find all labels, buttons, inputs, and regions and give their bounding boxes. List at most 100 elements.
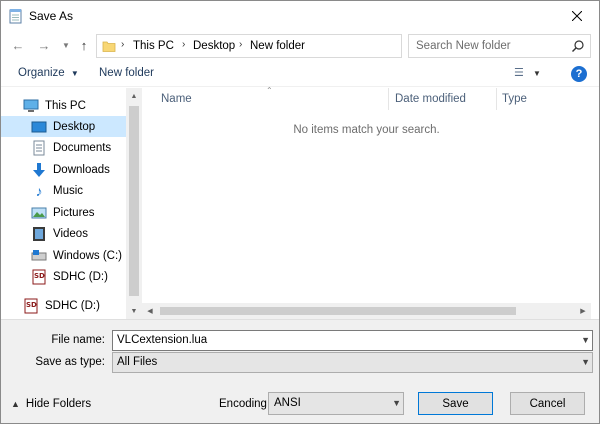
chevron-down-icon[interactable]: ▼ xyxy=(581,335,590,345)
folder-icon xyxy=(102,39,116,53)
forward-button[interactable]: → xyxy=(35,36,53,54)
up-button[interactable]: ↑ xyxy=(75,36,93,54)
breadcrumb-separator-icon: › xyxy=(239,39,242,50)
sidebar-item-label: SDHC (D:) xyxy=(45,300,100,312)
title-bar: Save As xyxy=(1,1,599,31)
desktop-icon xyxy=(31,119,47,135)
search-icon xyxy=(571,39,585,53)
column-header-type[interactable]: Type xyxy=(502,88,527,110)
scroll-down-icon[interactable]: ▼ xyxy=(126,303,142,319)
notepad-icon xyxy=(9,8,23,24)
sort-ascending-icon: ⌃ xyxy=(266,86,273,95)
command-bar: Organize ▼ New folder ☰ ▼ ? xyxy=(1,61,599,87)
hide-folders-label: Hide Folders xyxy=(26,398,91,410)
file-list-horizontal-scrollbar[interactable]: ◀ ▶ xyxy=(142,303,591,319)
scrollbar-thumb[interactable] xyxy=(160,307,516,315)
sidebar-item-label: Videos xyxy=(53,228,88,240)
sidebar-item-label: Documents xyxy=(53,142,111,154)
chevron-down-icon: ▼ xyxy=(533,69,541,78)
scrollbar-thumb[interactable] xyxy=(129,106,139,296)
breadcrumb-new-folder[interactable]: New folder xyxy=(250,40,305,52)
sd-card-icon: SD xyxy=(31,269,47,285)
save-button[interactable]: Save xyxy=(418,392,493,415)
chevron-down-icon: ▼ xyxy=(71,69,79,78)
sidebar-item-label: This PC xyxy=(45,100,86,112)
hide-folders-button[interactable]: ▲ Hide Folders xyxy=(11,398,91,410)
sidebar-item-videos[interactable]: Videos xyxy=(1,223,126,244)
file-list: ⌃ Name Date modified Type No items match… xyxy=(142,88,591,319)
encoding-select[interactable]: ANSI ▼ xyxy=(268,392,404,415)
breadcrumb-desktop[interactable]: Desktop xyxy=(193,40,235,52)
sidebar-item-sdhc-d[interactable]: SD SDHC (D:) xyxy=(1,266,126,287)
scroll-left-icon[interactable]: ◀ xyxy=(142,303,158,319)
encoding-label: Encoding: xyxy=(219,398,270,410)
file-name-value: VLCextension.lua xyxy=(117,334,207,346)
save-as-type-select[interactable]: All Files ▼ xyxy=(112,352,593,373)
chevron-down-icon: ▼ xyxy=(392,398,401,408)
column-divider[interactable] xyxy=(496,88,497,110)
sidebar-item-this-pc[interactable]: This PC xyxy=(1,95,126,116)
close-icon xyxy=(572,11,582,21)
navigation-pane-scrollbar[interactable]: ▲ ▼ xyxy=(126,88,142,319)
chevron-up-icon: ▲ xyxy=(11,399,20,409)
music-icon: ♪ xyxy=(31,183,47,199)
computer-icon xyxy=(23,98,39,114)
organize-label: Organize xyxy=(18,67,65,79)
address-bar[interactable]: › This PC › Desktop › New folder ▼ ↻ xyxy=(96,34,402,58)
save-as-type-label: Save as type: xyxy=(1,356,105,368)
pictures-icon xyxy=(31,205,47,221)
save-as-type-value: All Files xyxy=(117,356,157,368)
sidebar-item-desktop[interactable]: Desktop xyxy=(1,116,126,137)
sd-card-icon: SD xyxy=(23,298,39,314)
breadcrumb-separator-icon: › xyxy=(182,39,185,50)
change-view-button[interactable]: ☰ ▼ xyxy=(514,66,548,82)
navigation-bar: ← → ▼ ↑ › This PC › Desktop › New folder… xyxy=(1,31,599,61)
up-arrow-icon: ↑ xyxy=(81,38,88,53)
new-folder-button[interactable]: New folder xyxy=(99,67,154,79)
downloads-icon xyxy=(31,162,47,178)
svg-text:SD: SD xyxy=(34,272,45,280)
search-placeholder: Search New folder xyxy=(416,40,511,52)
sidebar-item-label: SDHC (D:) xyxy=(53,271,108,283)
sidebar-item-sdhc-d-root[interactable]: SD SDHC (D:) xyxy=(1,295,126,316)
breadcrumb-separator-icon: › xyxy=(121,39,124,50)
back-arrow-icon: ← xyxy=(12,38,25,53)
cancel-button[interactable]: Cancel xyxy=(510,392,585,415)
breadcrumb-this-pc[interactable]: This PC xyxy=(133,40,174,52)
sidebar-item-documents[interactable]: Documents xyxy=(1,137,126,158)
sidebar-item-label: Desktop xyxy=(53,121,95,133)
search-input[interactable]: Search New folder xyxy=(408,34,591,58)
scroll-right-icon[interactable]: ▶ xyxy=(575,303,591,319)
chevron-down-icon: ▼ xyxy=(581,357,590,367)
videos-icon xyxy=(31,226,47,242)
chevron-down-icon: ▼ xyxy=(62,41,70,50)
sidebar-item-downloads[interactable]: Downloads xyxy=(1,159,126,180)
close-button[interactable] xyxy=(555,1,599,31)
save-options-panel: File name: VLCextension.lua ▼ Save as ty… xyxy=(1,319,599,423)
organize-menu[interactable]: Organize ▼ xyxy=(18,67,79,79)
column-divider[interactable] xyxy=(388,88,389,110)
navigation-pane: This PC Desktop Documents Downloads ♪ Mu… xyxy=(1,88,142,319)
encoding-value: ANSI xyxy=(274,397,301,409)
sidebar-item-music[interactable]: ♪ Music xyxy=(1,180,126,201)
back-button[interactable]: ← xyxy=(9,36,27,54)
forward-arrow-icon: → xyxy=(38,38,51,53)
view-details-icon: ☰ xyxy=(514,67,524,79)
drive-icon xyxy=(31,248,47,264)
sidebar-item-windows-c[interactable]: Windows (C:) xyxy=(1,245,126,266)
sidebar-item-pictures[interactable]: Pictures xyxy=(1,202,126,223)
column-header-date-modified[interactable]: Date modified xyxy=(395,88,466,110)
save-as-dialog: Save As ← → ▼ ↑ › This PC › Des xyxy=(0,0,600,424)
file-name-field[interactable]: VLCextension.lua ▼ xyxy=(112,330,593,351)
scroll-up-icon[interactable]: ▲ xyxy=(126,88,142,104)
sidebar-item-label: Pictures xyxy=(53,207,95,219)
sidebar-item-label: Downloads xyxy=(53,164,110,176)
sidebar-item-label: Music xyxy=(53,185,83,197)
documents-icon xyxy=(31,140,47,156)
file-name-label: File name: xyxy=(1,334,105,346)
empty-folder-message: No items match your search. xyxy=(142,124,591,136)
recent-locations-button[interactable]: ▼ xyxy=(57,36,75,54)
help-button[interactable]: ? xyxy=(571,66,587,82)
column-header-name[interactable]: Name xyxy=(161,88,192,110)
window-title: Save As xyxy=(29,9,73,23)
